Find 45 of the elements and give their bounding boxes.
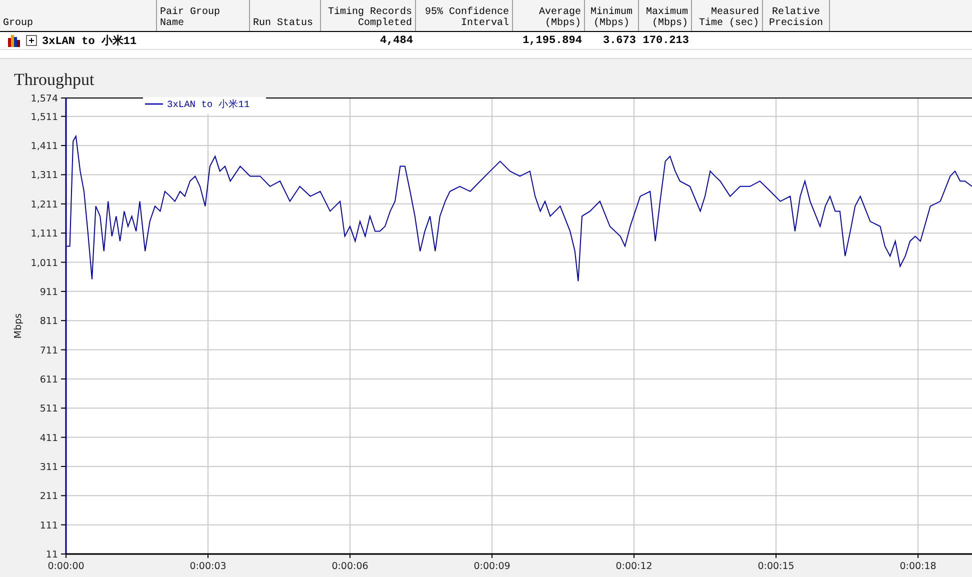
x-tick-label: 0:00:03 — [190, 561, 226, 572]
y-tick-label: 411 — [40, 432, 58, 444]
y-tick-label: 11 — [46, 550, 58, 560]
legend-label: 3xLAN to 小米11 — [167, 99, 250, 110]
y-tick-label: 1,574 — [30, 94, 58, 104]
table-cell: 170.213 — [642, 34, 689, 46]
column-header[interactable]: Timing Records Completed — [321, 0, 416, 31]
group-name: 3xLAN to 小米11 — [42, 34, 137, 48]
y-tick-label: 311 — [40, 462, 58, 473]
column-header[interactable]: 95% Confidence Interval — [416, 0, 513, 31]
expand-icon[interactable] — [26, 35, 37, 46]
column-header[interactable]: Minimum (Mbps) — [585, 0, 639, 31]
y-tick-label: 1,111 — [30, 228, 58, 240]
x-tick-label: 0:00:15 — [758, 561, 794, 572]
column-header[interactable]: Maximum (Mbps) — [639, 0, 692, 31]
y-tick-label: 611 — [40, 374, 58, 386]
column-header[interactable]: Average (Mbps) — [513, 0, 585, 31]
x-tick-label: 0:00:00 — [48, 561, 84, 572]
y-tick-label: 1,511 — [30, 112, 58, 123]
legend-line-icon — [145, 103, 163, 105]
column-header[interactable]: Group — [0, 0, 157, 31]
column-header[interactable]: Relative Precision — [763, 0, 830, 31]
column-header[interactable]: Run Status — [250, 0, 321, 31]
y-tick-label: 111 — [40, 520, 58, 532]
table-cell: 3.673 — [602, 34, 636, 46]
x-tick-label: 0:00:18 — [900, 561, 936, 572]
y-tick-label: 211 — [40, 491, 58, 502]
y-tick-label: 1,411 — [30, 141, 58, 152]
y-tick-label: 711 — [40, 345, 58, 356]
x-tick-label: 0:00:12 — [616, 561, 652, 572]
y-tick-label: 811 — [40, 316, 58, 328]
y-tick-label: 1,311 — [30, 170, 58, 182]
y-tick-label: 511 — [40, 404, 58, 415]
chart-title: Throughput — [14, 70, 94, 89]
bar-chart-icon — [8, 34, 21, 46]
x-tick-label: 0:00:06 — [332, 561, 368, 572]
y-axis-label: Mbps — [13, 313, 24, 339]
column-header[interactable]: Pair Group Name — [157, 0, 250, 31]
table-cell: 4,484 — [380, 34, 413, 46]
table-cell: 1,195.894 — [522, 34, 582, 46]
y-tick-label: 911 — [40, 286, 58, 298]
y-tick-label: 1,211 — [30, 199, 58, 210]
y-tick-label: 1,011 — [30, 258, 58, 269]
x-tick-label: 0:00:09 — [474, 561, 510, 572]
column-header[interactable]: Measured Time (sec) — [692, 0, 763, 31]
